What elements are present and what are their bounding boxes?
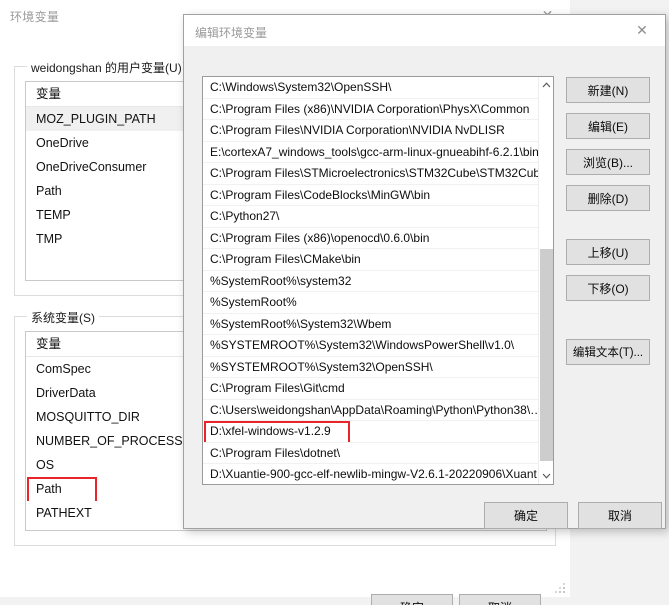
modal-title: 编辑环境变量 (195, 26, 268, 40)
background-window-title: 环境变量 (10, 10, 60, 24)
system-variables-legend: 系统变量(S) (27, 309, 99, 326)
list-item[interactable]: %SYSTEMROOT%\System32\WindowsPowerShell\… (203, 335, 540, 357)
path-entries-list[interactable]: C:\Windows\System32\OpenSSH\ C:\Program … (202, 76, 554, 485)
list-item[interactable]: C:\Program Files\CMake\bin (203, 249, 540, 271)
modal-ok-button[interactable]: 确定 (484, 502, 568, 529)
edit-button[interactable]: 编辑(E) (566, 113, 650, 139)
list-item[interactable]: C:\Program Files\CodeBlocks\MinGW\bin (203, 185, 540, 206)
list-item[interactable]: C:\Program Files\dotnet\ (203, 443, 540, 464)
chevron-down-icon[interactable] (539, 468, 553, 484)
list-item[interactable]: C:\Program Files\Git\cmd (203, 378, 540, 400)
list-item[interactable]: %SystemRoot% (203, 292, 540, 314)
list-item[interactable]: E:\cortexA7_windows_tools\gcc-arm-linux-… (203, 142, 540, 163)
cancel-button[interactable]: 取消 (459, 594, 541, 605)
chevron-up-icon[interactable] (539, 77, 553, 93)
path-rows: C:\Windows\System32\OpenSSH\ C:\Program … (203, 77, 540, 484)
list-item[interactable]: %SystemRoot%\system32 (203, 271, 540, 292)
list-item[interactable]: C:\Python27\ (203, 206, 540, 228)
edit-text-button[interactable]: 编辑文本(T)... (566, 339, 650, 365)
list-item[interactable]: C:\Program Files\STMicroelectronics\STM3… (203, 163, 540, 185)
resize-grip-icon[interactable] (554, 582, 566, 594)
list-item[interactable]: C:\Program Files\NVIDIA Corporation\NVID… (203, 120, 540, 142)
path-list-scrollbar[interactable] (538, 77, 553, 484)
modal-cancel-button[interactable]: 取消 (578, 502, 662, 529)
modal-titlebar: 编辑环境变量 ✕ (184, 15, 665, 46)
list-item[interactable]: C:\Users\weidongshan\AppData\Roaming\Pyt… (203, 400, 540, 421)
new-button[interactable]: 新建(N) (566, 77, 650, 103)
scrollbar-thumb[interactable] (540, 249, 553, 461)
modal-body: C:\Windows\System32\OpenSSH\ C:\Program … (184, 46, 665, 529)
list-item[interactable]: C:\Program Files (x86)\openocd\0.6.0\bin (203, 228, 540, 249)
list-item[interactable]: C:\Program Files (x86)\NVIDIA Corporatio… (203, 99, 540, 120)
list-item[interactable]: D:\Xuantie-900-gcc-elf-newlib-mingw-V2.6… (203, 464, 540, 484)
move-up-button[interactable]: 上移(U) (566, 239, 650, 265)
list-item[interactable]: %SYSTEMROOT%\System32\OpenSSH\ (203, 357, 540, 378)
ok-button[interactable]: 确定 (371, 594, 453, 605)
list-item[interactable]: C:\Windows\System32\OpenSSH\ (203, 77, 540, 99)
list-item-xfel-highlighted[interactable]: D:\xfel-windows-v1.2.9 (203, 421, 540, 443)
delete-button[interactable]: 删除(D) (566, 185, 650, 211)
edit-environment-variable-dialog: 编辑环境变量 ✕ C:\Windows\System32\OpenSSH\ C:… (183, 14, 666, 529)
browse-button[interactable]: 浏览(B)... (566, 149, 650, 175)
screen: 环境变量 ✕ weidongshan 的用户变量(U) 变量 MOZ_PLUGI… (0, 0, 669, 605)
close-icon[interactable]: ✕ (619, 15, 665, 45)
move-down-button[interactable]: 下移(O) (566, 275, 650, 301)
user-variables-legend: weidongshan 的用户变量(U) (27, 59, 186, 76)
list-item[interactable]: %SystemRoot%\System32\Wbem (203, 314, 540, 335)
